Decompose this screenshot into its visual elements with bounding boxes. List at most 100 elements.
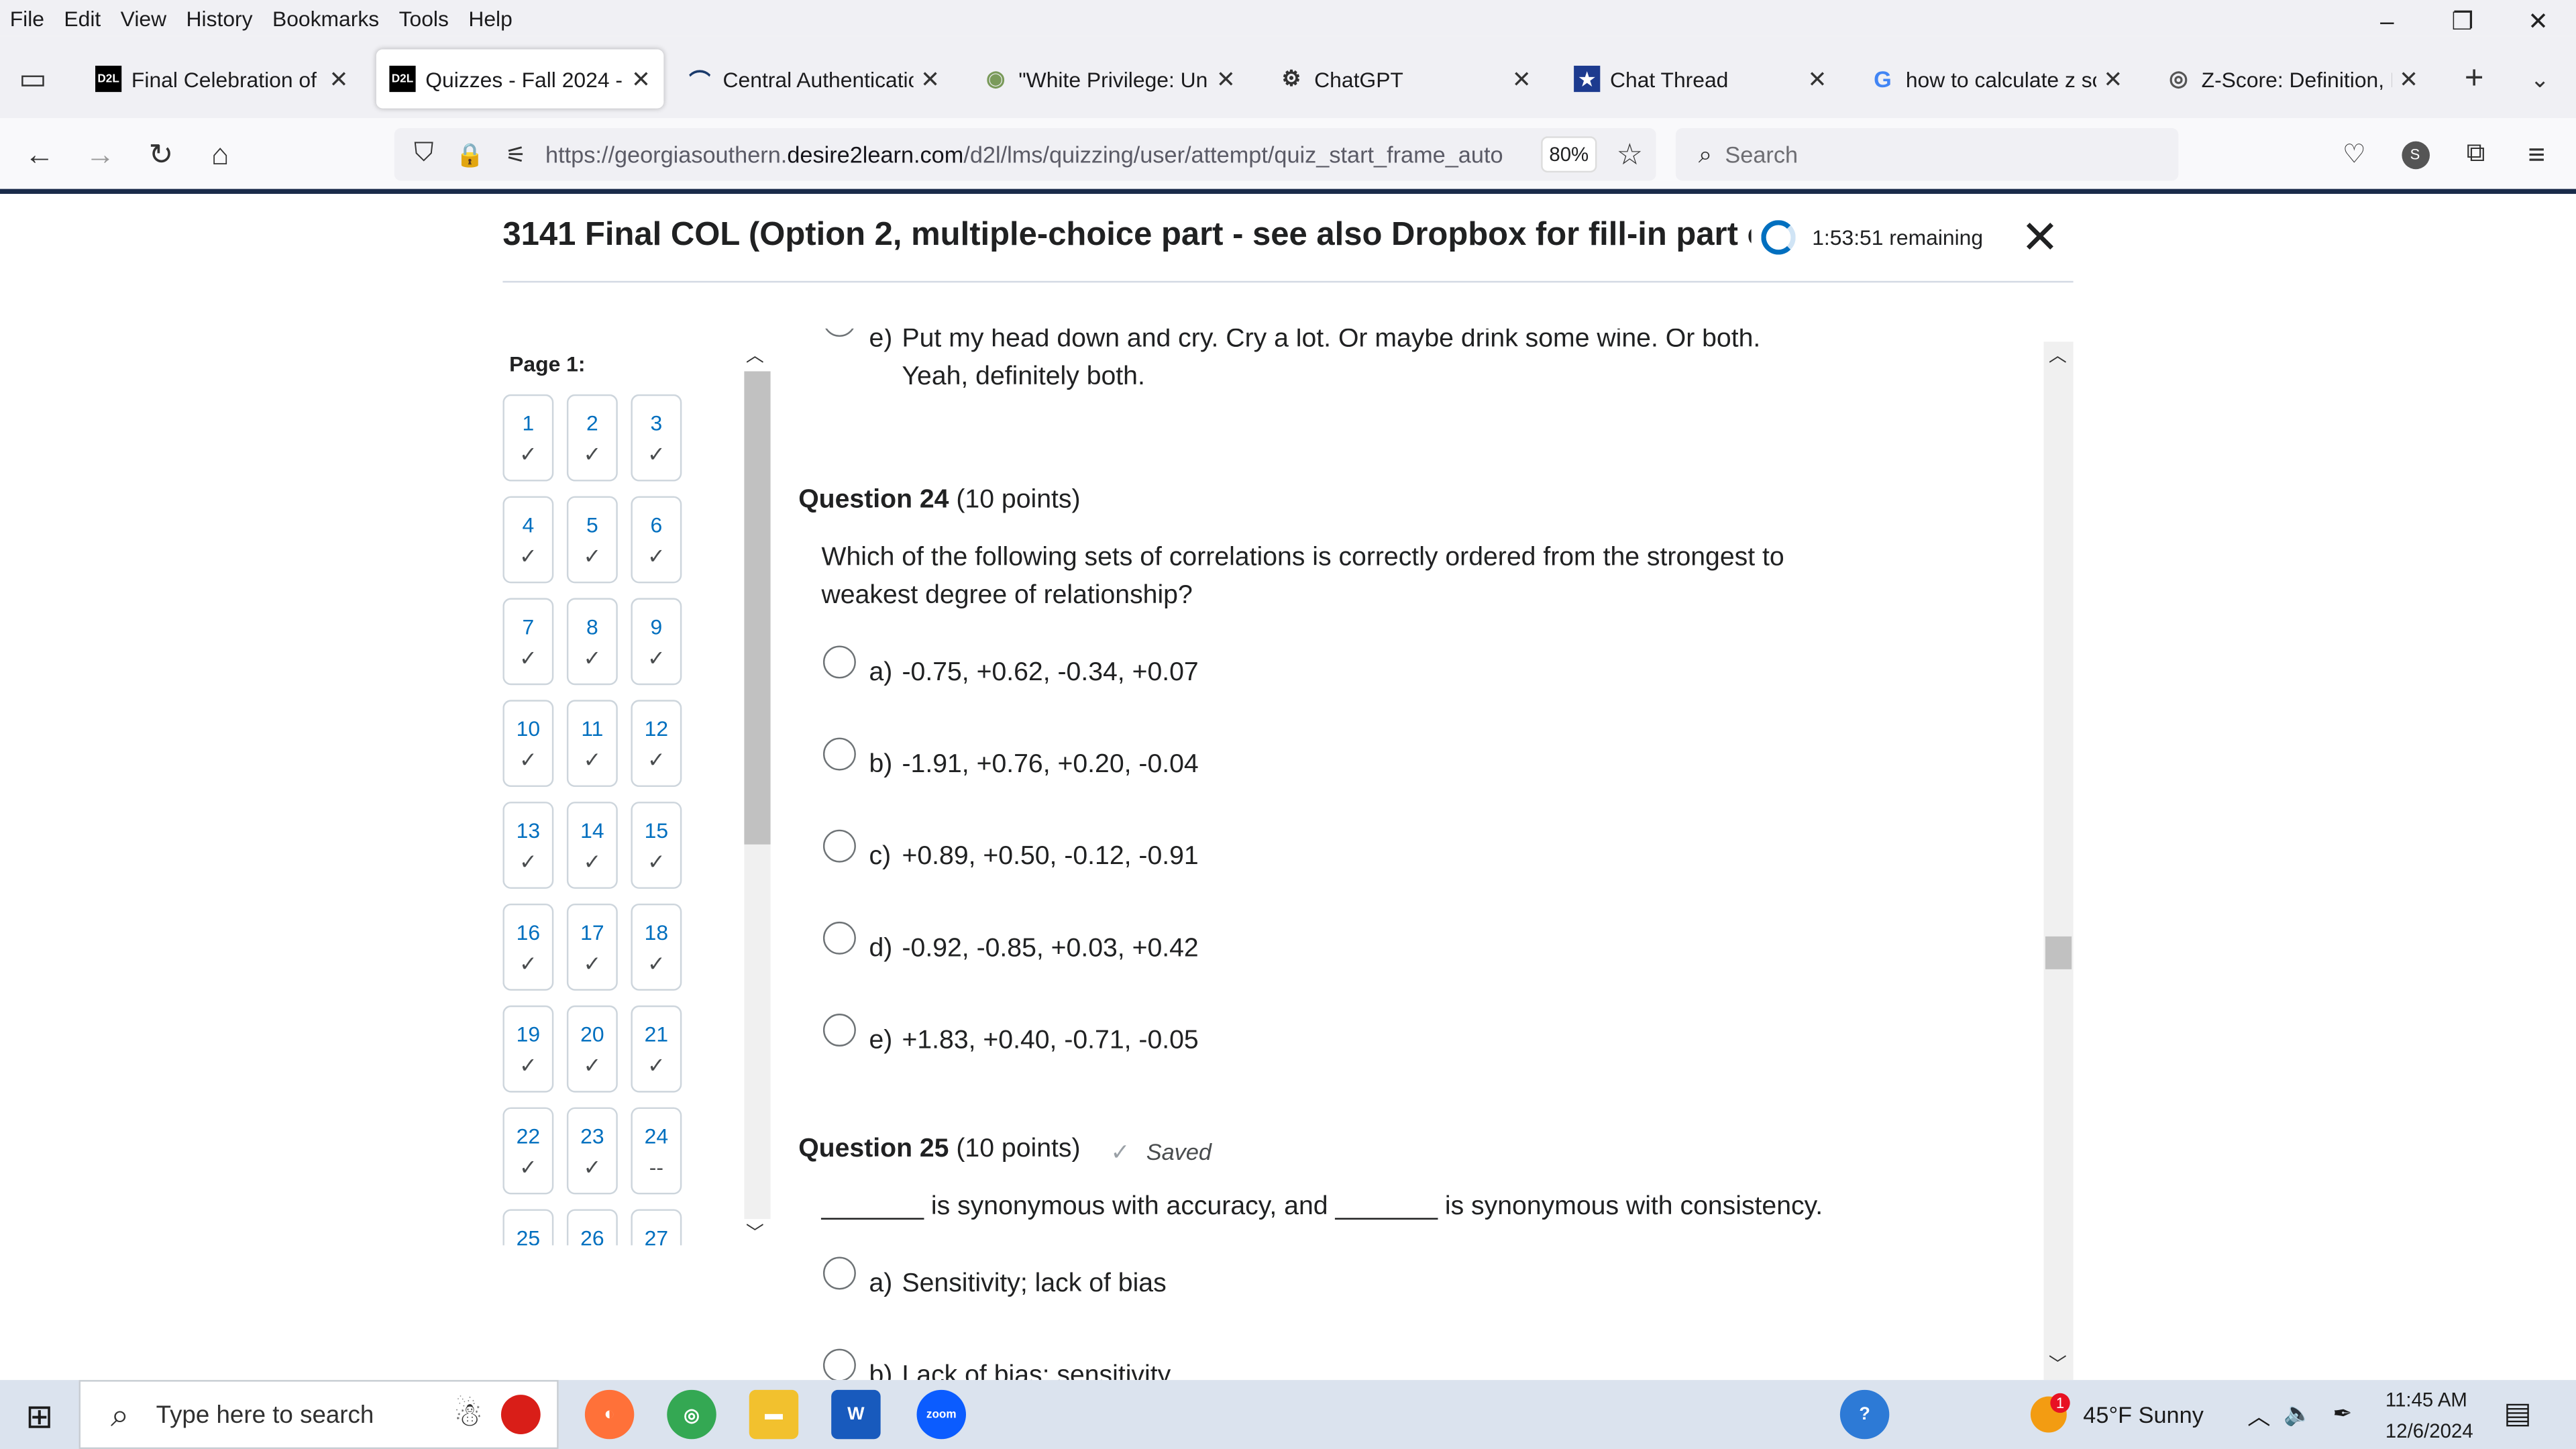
word-icon[interactable]: W	[831, 1389, 881, 1440]
firefox-icon[interactable]: ◐	[584, 1389, 635, 1440]
scroll-down-icon[interactable]: ﹀	[746, 1219, 764, 1245]
question-nav-4[interactable]: 4 ✓	[502, 496, 554, 584]
question-nav-18[interactable]: 18 ✓	[631, 903, 682, 991]
permissions-icon[interactable]: ⚟	[496, 135, 536, 174]
question-nav-2[interactable]: 2 ✓	[566, 394, 618, 482]
windows-start-icon[interactable]: ⊞	[19, 1397, 59, 1436]
question-nav-8[interactable]: 8 ✓	[566, 598, 618, 686]
content-scrollbar[interactable]: ︿ ﹀	[2043, 341, 2074, 1381]
close-tab-icon[interactable]: ✕	[1808, 65, 1827, 93]
help-icon[interactable]: ?	[1839, 1389, 1890, 1440]
question-nav-25[interactable]: 25	[502, 1209, 554, 1246]
lock-icon[interactable]: 🔒	[450, 135, 490, 174]
menu-file[interactable]: File	[0, 6, 54, 31]
question-nav-26[interactable]: 26	[566, 1209, 618, 1246]
tab-quizzes[interactable]: D2L Quizzes - Fall 2024 - R ✕	[376, 49, 664, 109]
volume-icon[interactable]: 🔈	[2284, 1400, 2312, 1428]
question-nav-11[interactable]: 11 ✓	[566, 700, 618, 788]
radio-button[interactable]	[822, 1256, 856, 1290]
extensions-icon[interactable]: ⧉	[2456, 135, 2496, 174]
question-nav-5[interactable]: 5 ✓	[566, 496, 618, 584]
question-nav-9[interactable]: 9 ✓	[631, 598, 682, 686]
menu-edit[interactable]: Edit	[54, 6, 111, 31]
question-nav-12[interactable]: 12 ✓	[631, 700, 682, 788]
chevron-up-icon[interactable]: ︿	[2247, 1400, 2270, 1433]
question-nav-20[interactable]: 20 ✓	[566, 1005, 618, 1093]
close-tab-icon[interactable]: ✕	[2399, 65, 2418, 93]
menu-bookmarks[interactable]: Bookmarks	[262, 6, 389, 31]
question-nav-27[interactable]: 27	[631, 1209, 682, 1246]
question-nav-7[interactable]: 7 ✓	[502, 598, 554, 686]
back-icon[interactable]: ←	[19, 135, 59, 174]
chevron-down-icon[interactable]: ⌄	[2520, 59, 2560, 99]
taskbar-search-input[interactable]: ⌕ Type here to search ☃	[78, 1380, 559, 1449]
close-tab-icon[interactable]: ✕	[920, 65, 940, 93]
close-tab-icon[interactable]: ✕	[1216, 65, 1236, 93]
restore-icon[interactable]: ❐	[2425, 3, 2501, 40]
clock-date[interactable]: 12/6/2024	[2385, 1419, 2473, 1442]
url-bar[interactable]: ⛉ 🔒 ⚟ https://georgiasouthern.desire2lea…	[394, 128, 1656, 181]
minimize-icon[interactable]: –	[2349, 3, 2425, 40]
q24-option-d[interactable]: d) -0.92, -0.85, +0.03, +0.42	[822, 921, 1199, 967]
pen-icon[interactable]: ✒	[2333, 1400, 2353, 1428]
home-icon[interactable]: ⌂	[201, 135, 240, 174]
tab-chatgpt[interactable]: ⚙ ChatGPT ✕	[1265, 49, 1544, 108]
chrome-icon[interactable]: ◎	[667, 1389, 716, 1440]
radio-button[interactable]	[822, 737, 856, 771]
account-icon[interactable]: S	[2396, 135, 2435, 174]
question-nav-17[interactable]: 17 ✓	[566, 903, 618, 991]
tab-central-auth[interactable]: ⌒ Central Authentication ✕	[674, 49, 953, 108]
tab-final-celebration[interactable]: D2L Final Celebration of Le✕	[82, 49, 361, 108]
tab-chat-thread[interactable]: ★ Chat Thread ✕	[1561, 49, 1840, 108]
file-explorer-icon[interactable]: ▬	[749, 1389, 799, 1440]
menu-tools[interactable]: Tools	[389, 6, 459, 31]
close-tab-icon[interactable]: ✕	[1512, 65, 1532, 93]
question-nav-10[interactable]: 10 ✓	[502, 700, 554, 788]
close-quiz-icon[interactable]: ✕	[2021, 210, 2059, 264]
question-nav-24[interactable]: 24 --	[631, 1107, 682, 1195]
menu-help[interactable]: Help	[459, 6, 523, 31]
close-window-icon[interactable]: ✕	[2500, 3, 2576, 40]
menu-history[interactable]: History	[176, 6, 262, 31]
menu-view[interactable]: View	[111, 6, 176, 31]
question-nav-22[interactable]: 22 ✓	[502, 1107, 554, 1195]
radio-button[interactable]	[822, 328, 856, 337]
q24-option-c[interactable]: c) +0.89, +0.50, -0.12, -0.91	[822, 829, 1199, 875]
scroll-down-icon[interactable]: ﹀	[2049, 1350, 2067, 1377]
question-nav-23[interactable]: 23 ✓	[566, 1107, 618, 1195]
radio-button[interactable]	[822, 921, 856, 955]
q25-option-b[interactable]: b) Lack of bias; sensitivity	[822, 1348, 1171, 1381]
scroll-up-icon[interactable]: ︿	[2049, 341, 2067, 368]
radio-button[interactable]	[822, 1348, 856, 1381]
question-nav-6[interactable]: 6 ✓	[631, 496, 682, 584]
scroll-thumb[interactable]	[2045, 936, 2072, 969]
zoom-icon[interactable]: zoom	[916, 1389, 967, 1440]
q25-option-a[interactable]: a) Sensitivity; lack of bias	[822, 1256, 1167, 1303]
clock-time[interactable]: 11:45 AM	[2385, 1388, 2467, 1411]
menu-icon[interactable]: ≡	[2517, 135, 2557, 174]
search-input[interactable]: ⌕ Search	[1675, 128, 2179, 181]
tab-z-score-search[interactable]: G how to calculate z sco ✕	[1856, 49, 2135, 108]
close-tab-icon[interactable]: ✕	[2103, 65, 2123, 93]
q24-option-a[interactable]: a) -0.75, +0.62, -0.34, +0.07	[822, 645, 1199, 692]
new-tab-icon[interactable]: +	[2455, 59, 2494, 99]
question-nav-19[interactable]: 19 ✓	[502, 1005, 554, 1093]
tab-z-score-definition[interactable]: ◎ Z-Score: Definition, Fo✕	[2152, 49, 2431, 108]
scroll-up-icon[interactable]: ︿	[746, 341, 764, 368]
radio-button[interactable]	[822, 645, 856, 679]
radio-button[interactable]	[822, 1014, 856, 1047]
close-tab-icon[interactable]: ✕	[329, 65, 348, 93]
question-nav-14[interactable]: 14 ✓	[566, 802, 618, 889]
forward-icon[interactable]: →	[80, 135, 120, 174]
weather-text[interactable]: 45°F Sunny	[2083, 1401, 2204, 1428]
question-nav-15[interactable]: 15 ✓	[631, 802, 682, 889]
notifications-icon[interactable]: ▤	[2504, 1397, 2532, 1431]
question-nav-21[interactable]: 21 ✓	[631, 1005, 682, 1093]
question-nav-scrollbar[interactable]: ︿ ﹀	[743, 341, 772, 1248]
question-nav-13[interactable]: 13 ✓	[502, 802, 554, 889]
question-nav-16[interactable]: 16 ✓	[502, 903, 554, 991]
pocket-icon[interactable]: ♡	[2334, 135, 2374, 174]
q24-option-e[interactable]: e) +1.83, +0.40, -0.71, -0.05	[822, 1014, 1199, 1059]
tab-overview-icon[interactable]: ▭	[13, 59, 53, 99]
shield-icon[interactable]: ⛉	[404, 135, 443, 174]
